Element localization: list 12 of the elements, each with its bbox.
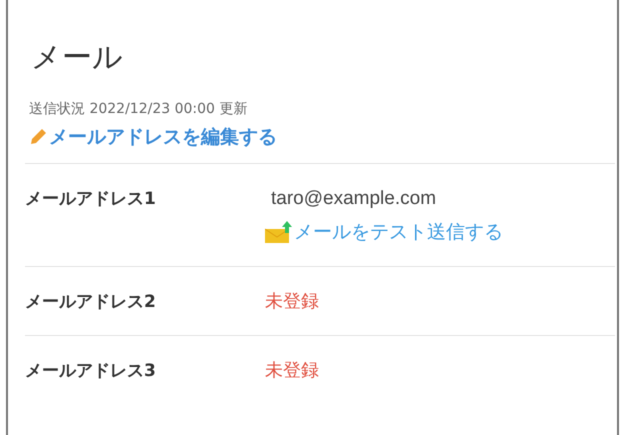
- envelope-icon: [265, 221, 292, 243]
- address-label: メールアドレス1: [25, 188, 157, 211]
- address-label: メールアドレス3: [25, 360, 157, 383]
- pencil-icon: [29, 128, 47, 146]
- email-address: taro@example.com: [270, 187, 438, 211]
- address-label: メールアドレス2: [25, 291, 157, 314]
- status-text: 送信状況 2022/12/23 00:00 更新: [28, 100, 248, 118]
- edit-link[interactable]: メールアドレスを編集する: [29, 124, 277, 150]
- test-send-link[interactable]: メールをテスト送信する: [265, 218, 503, 246]
- page-title: メール: [30, 40, 124, 76]
- unregistered-status: 未登録: [265, 359, 319, 383]
- unregistered-status: 未登録: [265, 290, 319, 314]
